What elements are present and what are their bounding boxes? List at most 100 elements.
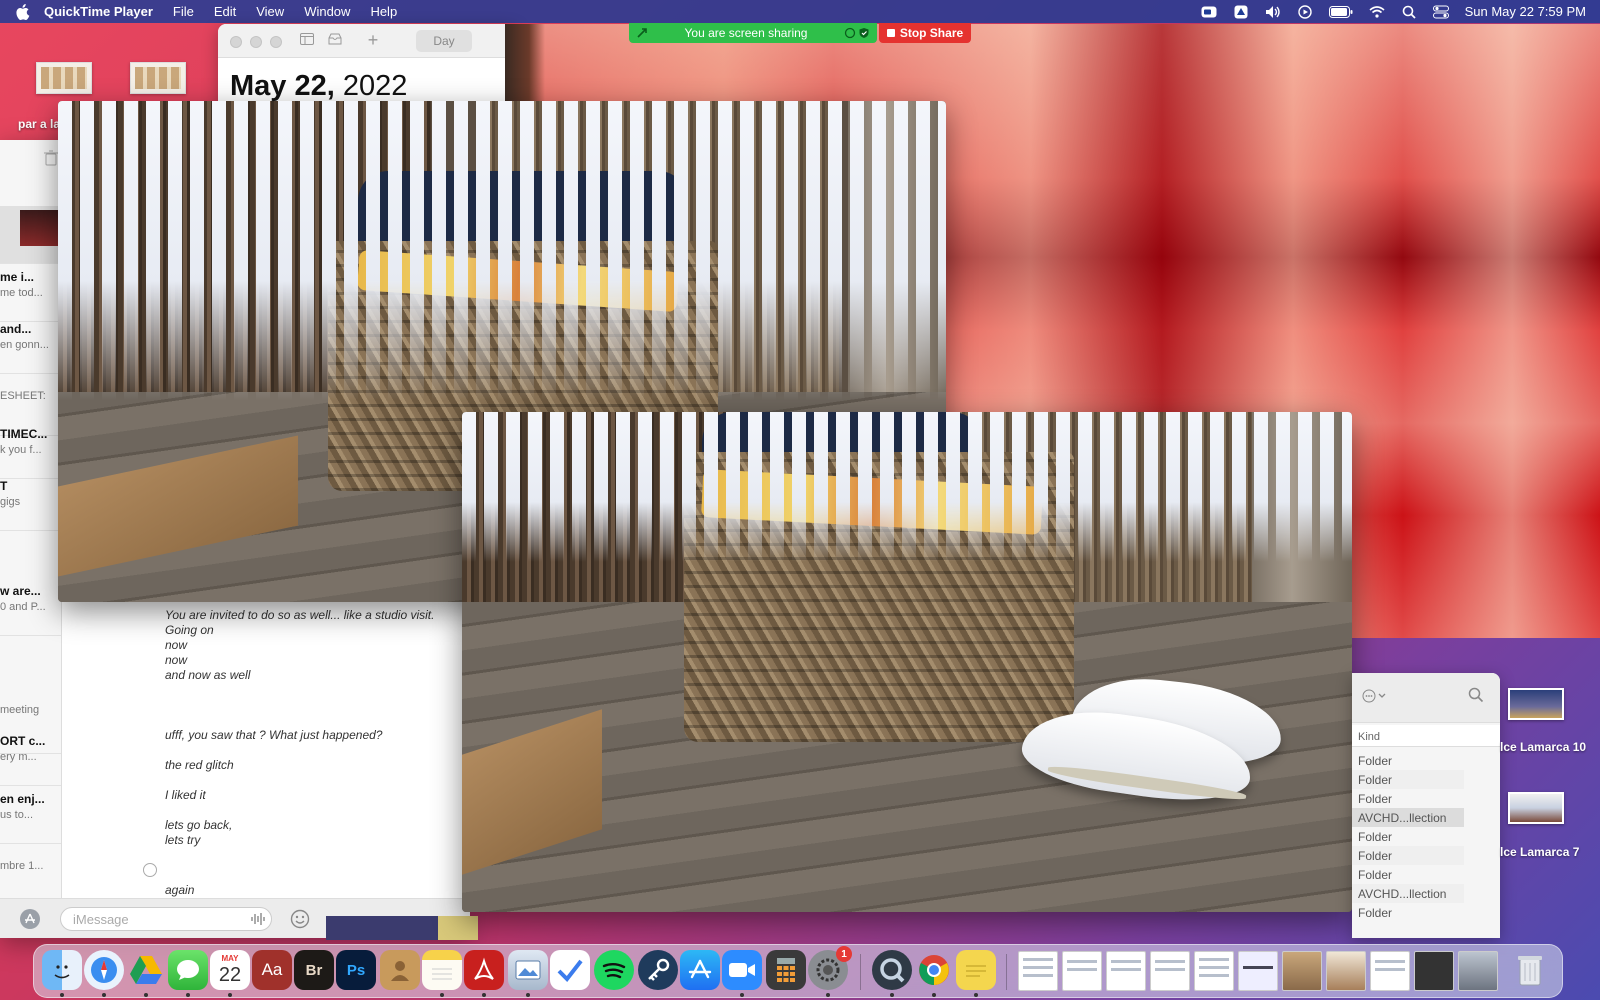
zoom-button[interactable]: [270, 36, 282, 48]
menu-bar-clock[interactable]: Sun May 22 7:59 PM: [1465, 4, 1586, 19]
zoom-logo-icon: [635, 26, 649, 40]
finder-row-kind[interactable]: AVCHD...llection: [1352, 884, 1464, 903]
notes-icon[interactable]: [422, 950, 462, 990]
conversation-preview: 0 and P...: [0, 601, 46, 613]
acrobat-icon[interactable]: [464, 950, 504, 990]
minimized-window-thumbnail[interactable]: [1238, 951, 1278, 991]
kind-column-header[interactable]: Kind: [1352, 725, 1500, 747]
safari-icon[interactable]: [84, 950, 124, 990]
finder-row-kind[interactable]: Folder: [1352, 903, 1464, 922]
spotify-icon[interactable]: [594, 950, 634, 990]
close-button[interactable]: [230, 36, 242, 48]
calculator-icon[interactable]: [766, 950, 806, 990]
running-indicator: [826, 993, 830, 997]
battery-icon[interactable]: [1328, 5, 1353, 19]
minimized-window-thumbnail[interactable]: [1150, 951, 1190, 991]
messages-icon[interactable]: [168, 950, 208, 990]
help-menu[interactable]: Help: [370, 4, 397, 19]
stickies-icon[interactable]: [956, 950, 996, 990]
finder-row-kind[interactable]: Folder: [1352, 846, 1464, 865]
finder-row-kind[interactable]: Folder: [1352, 789, 1464, 808]
play-status-icon[interactable]: [1297, 4, 1313, 19]
quicktime-icon[interactable]: [872, 950, 912, 990]
conversation-item[interactable]: and... en gonn...: [0, 316, 61, 374]
google-drive-icon[interactable]: [126, 950, 166, 990]
stop-share-button[interactable]: Stop Share: [879, 23, 971, 43]
bridge-icon[interactable]: Br: [294, 950, 334, 990]
spotlight-search-icon[interactable]: [1401, 5, 1417, 19]
calendar-icon[interactable]: MAY 22: [210, 950, 250, 990]
view-menu[interactable]: View: [256, 4, 284, 19]
drive-status-icon[interactable]: [1233, 5, 1249, 19]
edit-menu[interactable]: Edit: [214, 4, 236, 19]
trash-icon[interactable]: [1510, 950, 1550, 990]
message-select-circle[interactable]: [143, 863, 157, 877]
imessage-input[interactable]: iMessage: [60, 907, 272, 931]
photoshop-icon[interactable]: Ps: [336, 950, 376, 990]
finder-row-kind[interactable]: Folder: [1352, 865, 1464, 884]
conversation-preview: meeting: [0, 704, 40, 716]
dictionary-icon[interactable]: Aa: [252, 950, 292, 990]
desktop-photo-thumbnail[interactable]: [1508, 792, 1564, 824]
apple-menu-icon[interactable]: [16, 3, 30, 20]
security-shield-icon[interactable]: [857, 26, 871, 40]
conversation-name: en enj...: [0, 792, 45, 806]
minimized-window-thumbnail[interactable]: [1018, 951, 1058, 991]
contacts-icon[interactable]: [380, 950, 420, 990]
finder-row-kind[interactable]: Folder: [1352, 827, 1464, 846]
zoom-icon[interactable]: [722, 950, 762, 990]
emoji-icon[interactable]: [290, 909, 310, 934]
wifi-icon[interactable]: [1369, 5, 1385, 19]
app-store-apps-icon[interactable]: [20, 909, 40, 929]
more-actions-icon[interactable]: [1362, 689, 1388, 706]
finder-row-kind[interactable]: AVCHD...llection: [1352, 808, 1464, 827]
basket-video-window-front[interactable]: [462, 412, 1352, 912]
day-view-button[interactable]: Day: [416, 30, 472, 52]
app-store-icon[interactable]: [680, 950, 720, 990]
screen-sharing-banner[interactable]: You are screen sharing: [629, 23, 877, 43]
minimized-window-thumbnail[interactable]: [1194, 951, 1234, 991]
search-icon[interactable]: [1468, 687, 1484, 703]
minimized-window-thumbnail[interactable]: [1062, 951, 1102, 991]
minimized-window-thumbnail[interactable]: [1326, 951, 1366, 991]
system-preferences-icon[interactable]: 1: [808, 946, 852, 990]
app-menu[interactable]: QuickTime Player: [44, 4, 153, 19]
minimized-window-thumbnail[interactable]: [1414, 951, 1454, 991]
minimized-window-thumbnail[interactable]: [1282, 951, 1322, 991]
conversation-item[interactable]: ORT c... ery m...: [0, 728, 61, 786]
minimized-window-thumbnail[interactable]: [1458, 951, 1498, 991]
desktop-file-thumbnail[interactable]: [36, 62, 92, 94]
conversation-item[interactable]: Tgigs: [0, 473, 61, 531]
add-event-icon[interactable]: +: [364, 31, 382, 49]
conversation-item[interactable]: me i... me tod...: [0, 264, 61, 322]
conversation-item[interactable]: TIMEC... k you f...: [0, 421, 61, 479]
zoom-status-icon[interactable]: [1201, 5, 1217, 19]
control-center-icon[interactable]: [1432, 5, 1449, 19]
inbox-icon[interactable]: [326, 33, 344, 47]
desktop-file-thumbnail[interactable]: [130, 62, 186, 94]
finder-row-kind[interactable]: Folder: [1352, 770, 1464, 789]
minimized-window-thumbnail[interactable]: [1106, 951, 1146, 991]
file-menu[interactable]: File: [173, 4, 194, 19]
preview-icon[interactable]: [508, 950, 548, 990]
conversation-item[interactable]: [0, 206, 61, 264]
finder-icon[interactable]: [42, 950, 82, 990]
tasks-icon[interactable]: [550, 950, 590, 990]
keychain-icon[interactable]: [638, 950, 678, 990]
finder-toolbar: [1352, 673, 1500, 723]
running-indicator: [526, 993, 530, 997]
window-menu[interactable]: Window: [304, 4, 350, 19]
conversation-item[interactable]: w are... 0 and P...: [0, 578, 61, 636]
chrome-icon[interactable]: [914, 950, 954, 990]
finder-row-kind[interactable]: Folder: [1352, 751, 1464, 770]
minimize-button[interactable]: [250, 36, 262, 48]
conversation-item[interactable]: en enj... us to...: [0, 786, 61, 844]
trash-icon[interactable]: [44, 150, 58, 171]
minimized-window-thumbnail[interactable]: [1370, 951, 1410, 991]
notification-badge: 1: [836, 946, 852, 962]
message-text: now: [165, 653, 188, 667]
volume-icon[interactable]: [1265, 5, 1281, 19]
calendar-list-icon[interactable]: [298, 33, 316, 47]
desktop-photo-thumbnail[interactable]: [1508, 688, 1564, 720]
audio-waveform-icon[interactable]: [250, 911, 266, 932]
